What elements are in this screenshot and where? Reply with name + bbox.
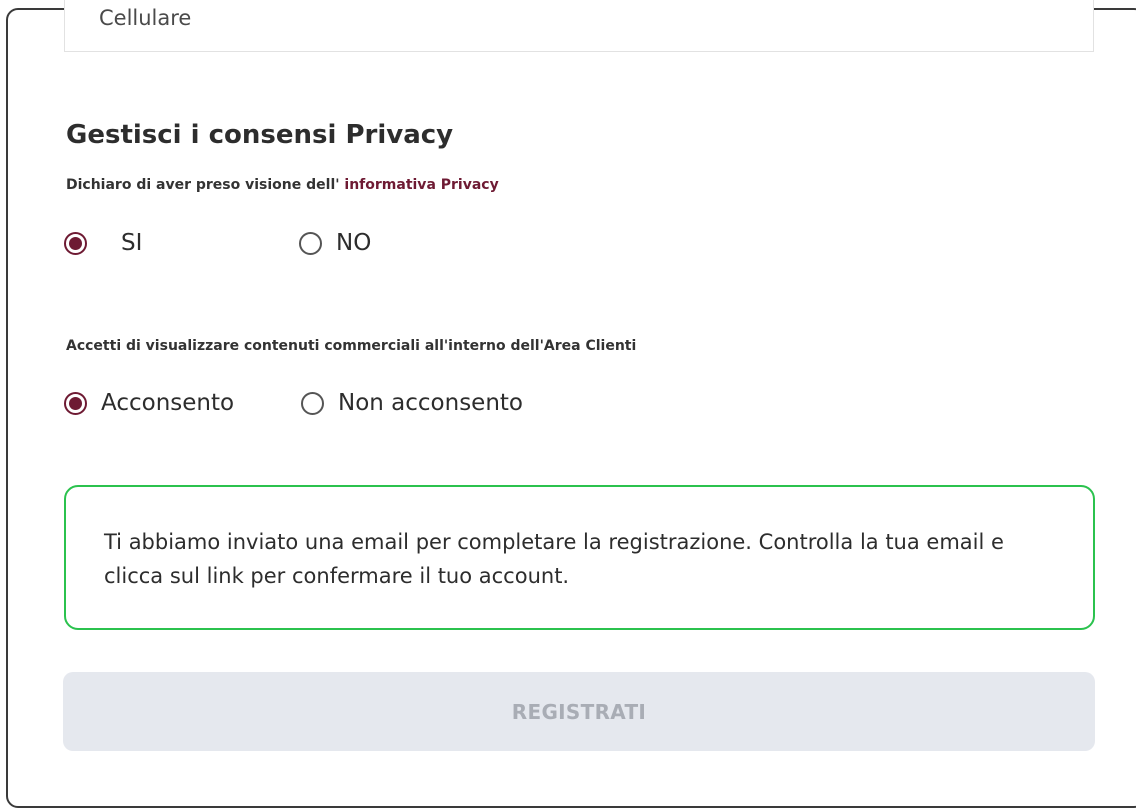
radio-selected-icon — [64, 231, 87, 255]
notice-message: Ti abbiamo inviato una email per complet… — [104, 530, 1004, 588]
privacy-section-title: Gestisci i consensi Privacy — [66, 120, 454, 150]
email-sent-notice: Ti abbiamo inviato una email per complet… — [64, 485, 1095, 630]
commercial-radio-acconsento[interactable]: Acconsento — [64, 390, 234, 416]
radio-unselected-icon — [301, 391, 324, 415]
privacy-policy-link[interactable]: informativa Privacy — [344, 177, 498, 193]
commercial-radio-acconsento-label: Acconsento — [101, 390, 235, 416]
radio-selected-icon — [64, 391, 87, 415]
privacy-radio-no[interactable]: NO — [299, 230, 371, 256]
phone-input[interactable] — [99, 6, 999, 30]
commercial-radio-non-acconsento[interactable]: Non acconsento — [301, 390, 523, 416]
privacy-question-text: Dichiaro di aver preso visione dell' — [66, 177, 340, 193]
privacy-radio-no-label: NO — [336, 230, 372, 256]
privacy-question: Dichiaro di aver preso visione dell' inf… — [66, 177, 499, 193]
radio-unselected-icon — [299, 231, 322, 255]
register-button[interactable]: REGISTRATI — [63, 672, 1095, 751]
commercial-radio-non-acconsento-label: Non acconsento — [338, 390, 523, 416]
privacy-radio-si-label: SI — [121, 230, 143, 256]
privacy-radio-si[interactable]: SI — [64, 230, 142, 256]
phone-field-container — [64, 0, 1094, 52]
commercial-question: Accetti di visualizzare contenuti commer… — [66, 338, 637, 354]
